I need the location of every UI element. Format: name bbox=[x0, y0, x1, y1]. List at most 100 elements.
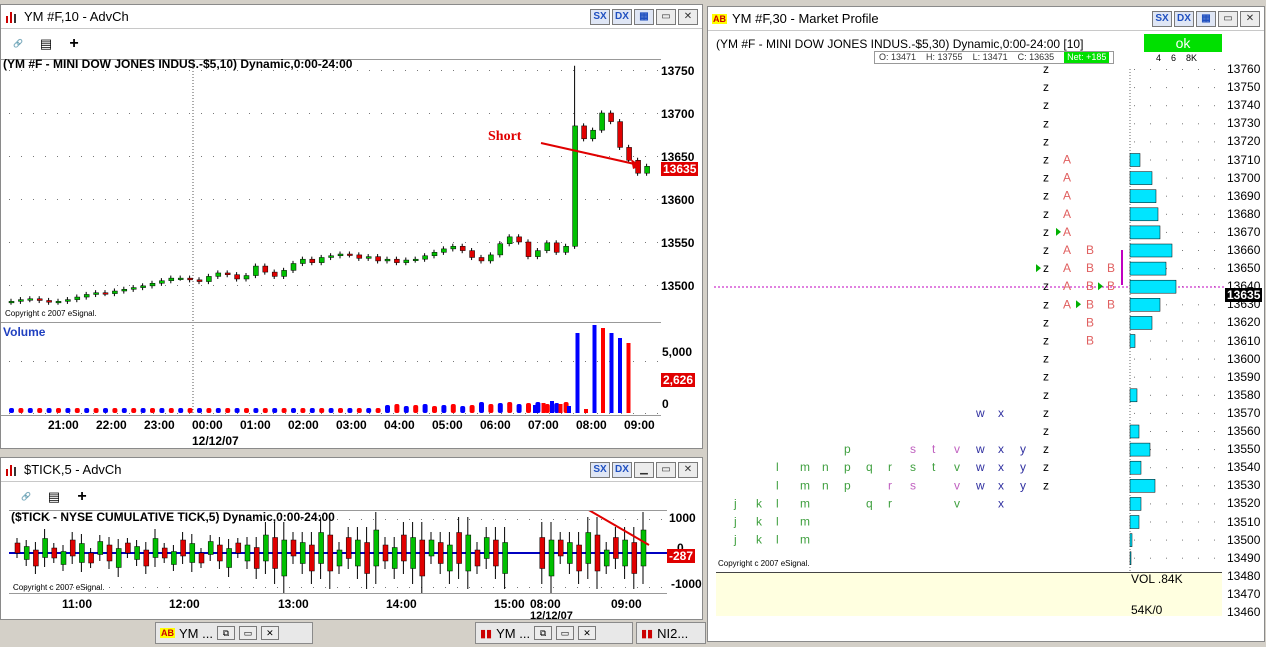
grid-dot bbox=[1198, 412, 1199, 414]
volume-bar bbox=[65, 408, 71, 413]
grid-dot bbox=[1150, 467, 1151, 469]
grid-dot bbox=[117, 285, 118, 286]
grid-dot bbox=[1198, 376, 1199, 378]
maximize-icon[interactable]: ▭ bbox=[238, 626, 257, 640]
properties-icon[interactable]: ▤ bbox=[35, 34, 57, 54]
restore-button[interactable]: ▭ bbox=[656, 462, 676, 478]
dx-button[interactable]: DX bbox=[1174, 11, 1194, 27]
dx-button[interactable]: DX bbox=[612, 462, 632, 478]
tick-candle bbox=[14, 542, 21, 554]
close-icon[interactable]: ✕ bbox=[260, 626, 279, 640]
close-button[interactable]: ✕ bbox=[1240, 11, 1260, 27]
link-icon[interactable]: 🔗 bbox=[7, 34, 29, 54]
grid-dot bbox=[373, 587, 374, 588]
properties-icon[interactable]: ▤ bbox=[43, 487, 65, 507]
ym10-price-chart[interactable] bbox=[1, 59, 661, 323]
maximize-icon[interactable]: ▭ bbox=[556, 626, 575, 640]
sx-button[interactable]: SX bbox=[590, 462, 610, 478]
time-label: 00:00 bbox=[192, 418, 223, 432]
mp-titlebar[interactable]: AB YM #F,30 - Market Profile SX DX ▦ ▭ ✕ bbox=[708, 7, 1264, 31]
tick-candle bbox=[345, 537, 352, 559]
taskbar-ym-chart[interactable]: ▮▮ YM ... ⧉ ▭ ✕ bbox=[475, 622, 633, 644]
tick-titlebar[interactable]: $TICK,5 - AdvCh SX DX ▁ ▭ ✕ bbox=[1, 458, 702, 482]
grid-dot bbox=[225, 413, 226, 414]
close-button[interactable]: ✕ bbox=[678, 9, 698, 25]
ok-indicator[interactable]: ok bbox=[1144, 34, 1222, 52]
grid-dot bbox=[561, 113, 562, 114]
ym10-titlebar[interactable]: YM #F,10 - AdvCh SX DX ▦ ▭ ✕ bbox=[1, 5, 702, 29]
grid-dot bbox=[57, 70, 58, 71]
grid-dot bbox=[309, 70, 310, 71]
taskbar-label: YM ... bbox=[496, 625, 531, 641]
taskbar-ni2[interactable]: ▮▮ NI2... bbox=[636, 622, 706, 644]
grid-dot bbox=[297, 113, 298, 114]
restore-icon[interactable]: ⧉ bbox=[534, 626, 553, 640]
grid-dot bbox=[309, 156, 310, 157]
link-icon[interactable]: 🔗 bbox=[15, 487, 37, 507]
close-icon[interactable]: ✕ bbox=[578, 626, 597, 640]
volume-bar bbox=[618, 338, 622, 413]
add-icon[interactable]: + bbox=[71, 487, 93, 507]
grid-dot bbox=[585, 70, 586, 71]
mp-price-label: 13680 bbox=[1227, 206, 1261, 221]
volume-bar bbox=[244, 408, 249, 413]
tick-candle bbox=[207, 541, 214, 555]
volume-bar bbox=[272, 408, 278, 413]
grid-dot bbox=[489, 285, 490, 286]
grid-dot bbox=[1166, 87, 1167, 89]
last-volume-badge: 2,626 bbox=[661, 373, 696, 387]
price-candle bbox=[563, 246, 569, 253]
tpo-letter: B bbox=[1086, 334, 1094, 348]
grid-dot bbox=[633, 156, 634, 157]
price-candle bbox=[281, 270, 287, 277]
grid-dot bbox=[369, 242, 370, 243]
grid-dot bbox=[513, 361, 514, 362]
grid-dot bbox=[441, 156, 442, 157]
volume-chart[interactable] bbox=[1, 325, 661, 415]
grid-dot bbox=[273, 285, 274, 286]
grid-dot bbox=[93, 361, 94, 362]
grid-dot bbox=[189, 156, 190, 157]
dx-button[interactable]: DX bbox=[612, 9, 632, 25]
restore-button[interactable]: ▭ bbox=[1218, 11, 1238, 27]
grid-dot bbox=[345, 285, 346, 286]
layout-button[interactable]: ▦ bbox=[634, 9, 654, 25]
grid-dot bbox=[537, 70, 538, 71]
grid-dot bbox=[321, 199, 322, 200]
price-candle bbox=[177, 277, 184, 280]
add-icon[interactable]: + bbox=[63, 34, 85, 54]
tick-candle bbox=[576, 544, 582, 572]
volume-bar bbox=[626, 343, 631, 413]
grid-dot bbox=[477, 361, 478, 362]
taskbar-ym-market-profile[interactable]: AB YM ... ⧉ ▭ ✕ bbox=[155, 622, 313, 644]
tick-candle bbox=[299, 542, 306, 564]
grid-dot bbox=[489, 413, 490, 414]
restore-button[interactable]: ▭ bbox=[656, 9, 676, 25]
grid-dot bbox=[1150, 376, 1151, 378]
minimize-button[interactable]: ▁ bbox=[634, 462, 654, 478]
market-profile-chart[interactable]: zzzzzzzzzzzzzzzzzzzzzzzzAAAAAAAAABBBBBBB… bbox=[714, 55, 1226, 620]
grid-dot bbox=[609, 413, 610, 414]
tpo-letter: B bbox=[1086, 315, 1094, 329]
tick-candle bbox=[456, 532, 462, 564]
layout-button[interactable]: ▦ bbox=[1196, 11, 1216, 27]
sx-button[interactable]: SX bbox=[1152, 11, 1172, 27]
tpo-letter: s bbox=[910, 478, 916, 492]
grid-dot bbox=[285, 285, 286, 286]
sx-button[interactable]: SX bbox=[590, 9, 610, 25]
grid-dot bbox=[69, 413, 70, 414]
grid-dot bbox=[1182, 340, 1183, 342]
restore-icon[interactable]: ⧉ bbox=[216, 626, 235, 640]
tick-chart[interactable] bbox=[9, 510, 667, 594]
tpo-letter: p bbox=[844, 478, 851, 492]
tick-candle bbox=[125, 542, 131, 554]
grid-dot bbox=[429, 113, 430, 114]
volume-bar bbox=[9, 408, 14, 413]
grid-dot bbox=[153, 70, 154, 71]
grid-dot bbox=[1198, 231, 1199, 233]
grid-dot bbox=[117, 70, 118, 71]
chart-app-icon: ▮▮ bbox=[480, 627, 493, 640]
taskbar-label: NI2... bbox=[657, 625, 689, 641]
time-label: 05:00 bbox=[432, 418, 463, 432]
close-button[interactable]: ✕ bbox=[678, 462, 698, 478]
